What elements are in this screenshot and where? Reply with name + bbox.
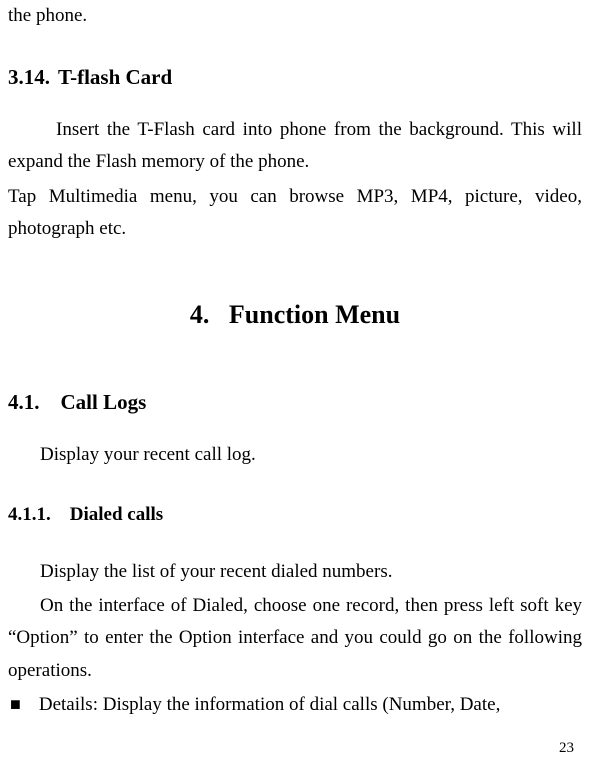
heading-number: 4.1. — [8, 390, 40, 414]
bullet-item-details: ■ Details: Display the information of di… — [8, 689, 582, 721]
heading-title: Function Menu — [229, 300, 400, 329]
heading-4-1-1: 4.1.1. Dialed calls — [8, 499, 582, 531]
heading-number: 4.1.1. — [8, 504, 51, 525]
heading-title: Dialed calls — [70, 504, 163, 525]
para-4-1-1-a: Display the list of your recent dialed n… — [8, 556, 582, 588]
heading-title: Call Logs — [61, 390, 147, 414]
bullet-text: Details: Display the information of dial… — [39, 689, 582, 721]
para-3-14-2: Tap Multimedia menu, you can browse MP3,… — [8, 181, 582, 246]
para-4-1-1-b: On the interface of Dialed, choose one r… — [8, 590, 582, 687]
para-4-1: Display your recent call log. — [8, 439, 582, 471]
page-number: 23 — [559, 740, 574, 757]
heading-4: 4. Function Menu — [8, 293, 582, 337]
heading-3-14: 3.14. T-flash Card — [8, 60, 582, 96]
para-3-14-1: Insert the T-Flash card into phone from … — [8, 114, 582, 179]
heading-title: T-flash Card — [58, 60, 172, 96]
square-bullet-icon: ■ — [10, 689, 21, 721]
heading-number: 3.14. — [8, 60, 50, 96]
continuation-text: the phone. — [8, 0, 582, 32]
heading-4-1: 4.1. Call Logs — [8, 385, 582, 421]
heading-number: 4. — [190, 300, 210, 329]
